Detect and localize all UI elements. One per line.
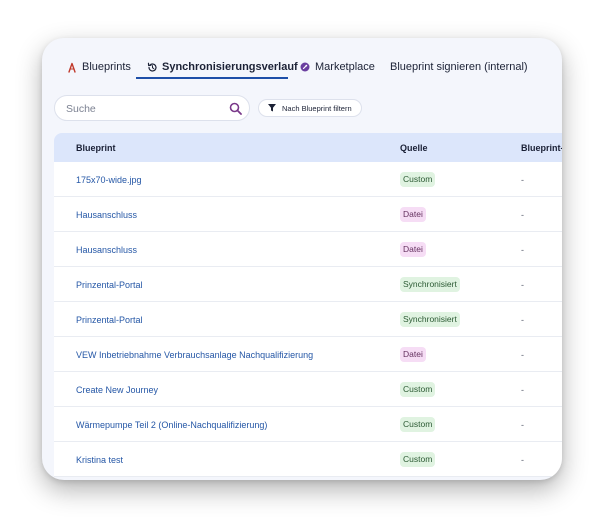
source-badge: Datei: [400, 207, 426, 222]
table-header: Blueprint Quelle Blueprint-: [54, 133, 562, 162]
blueprint-link[interactable]: Create New Journey: [76, 385, 158, 395]
marketplace-icon: [299, 61, 311, 73]
blueprint-icon: [66, 61, 78, 73]
search-box: [54, 95, 250, 121]
blueprint-link[interactable]: Prinzental-Portal: [76, 315, 143, 325]
filter-by-blueprint-button[interactable]: Nach Blueprint filtern: [258, 99, 362, 117]
table-row[interactable]: Hausanschluss Datei -: [54, 232, 562, 267]
tab-label: Blueprints: [82, 61, 131, 73]
table-row[interactable]: Prinzental-Portal Synchronisiert -: [54, 267, 562, 302]
blueprint-link[interactable]: Kristina test: [76, 455, 123, 465]
blueprint-link[interactable]: VEW Inbetriebnahme Verbrauchsanlage Nach…: [76, 350, 313, 360]
search-icon[interactable]: [229, 102, 242, 115]
column-header-blueprint[interactable]: Blueprint: [76, 143, 116, 153]
column-header-quelle[interactable]: Quelle: [400, 143, 428, 153]
tab-marketplace[interactable]: Marketplace: [299, 59, 375, 75]
cell-value: -: [521, 315, 524, 325]
source-badge: Custom: [400, 417, 436, 432]
table-row[interactable]: Kristina test Custom -: [54, 442, 562, 477]
source-badge: Datei: [400, 242, 426, 257]
table-row[interactable]: VEW Inbetriebnahme Verbrauchsanlage Nach…: [54, 337, 562, 372]
table-row[interactable]: Prinzental-Portal Synchronisiert -: [54, 302, 562, 337]
sync-history-table: Blueprint Quelle Blueprint- 175x70-wide.…: [54, 133, 562, 477]
cell-value: -: [521, 280, 524, 290]
filter-label: Nach Blueprint filtern: [282, 103, 352, 113]
blueprint-link[interactable]: Hausanschluss: [76, 210, 137, 220]
table-row[interactable]: Wärmepumpe Teil 2 (Online-Nachqualifizie…: [54, 407, 562, 442]
source-badge: Custom: [400, 172, 436, 187]
table-row[interactable]: Create New Journey Custom -: [54, 372, 562, 407]
tab-synchronisierungsverlauf[interactable]: Synchronisierungsverlauf: [146, 59, 298, 75]
cell-value: -: [521, 210, 524, 220]
blueprints-panel: Blueprints Synchronisierungsverlauf Mark…: [42, 38, 562, 480]
column-header-blueprint-extra[interactable]: Blueprint-: [521, 143, 562, 153]
tab-blueprint-signieren[interactable]: Blueprint signieren (internal): [390, 59, 528, 75]
cell-value: -: [521, 175, 524, 185]
funnel-icon: [268, 104, 276, 112]
cell-value: -: [521, 420, 524, 430]
blueprint-link[interactable]: Hausanschluss: [76, 245, 137, 255]
blueprint-link[interactable]: Wärmepumpe Teil 2 (Online-Nachqualifizie…: [76, 420, 267, 430]
tab-label: Synchronisierungsverlauf: [162, 61, 298, 73]
search-input[interactable]: [64, 101, 228, 117]
blueprint-link[interactable]: 175x70-wide.jpg: [76, 175, 142, 185]
table-row[interactable]: 175x70-wide.jpg Custom -: [54, 162, 562, 197]
cell-value: -: [521, 350, 524, 360]
blueprint-link[interactable]: Prinzental-Portal: [76, 280, 143, 290]
tab-bar: Blueprints Synchronisierungsverlauf Mark…: [42, 38, 562, 80]
active-tab-indicator: [136, 77, 288, 79]
source-badge: Synchronisiert: [400, 312, 460, 327]
sync-history-icon: [146, 61, 158, 73]
cell-value: -: [521, 385, 524, 395]
tab-label: Blueprint signieren (internal): [390, 61, 528, 73]
source-badge: Synchronisiert: [400, 277, 460, 292]
source-badge: Custom: [400, 382, 436, 397]
table-row[interactable]: Hausanschluss Datei -: [54, 197, 562, 232]
cell-value: -: [521, 455, 524, 465]
source-badge: Datei: [400, 347, 426, 362]
cell-value: -: [521, 245, 524, 255]
tab-label: Marketplace: [315, 61, 375, 73]
tab-blueprints[interactable]: Blueprints: [66, 59, 131, 75]
source-badge: Custom: [400, 452, 436, 467]
